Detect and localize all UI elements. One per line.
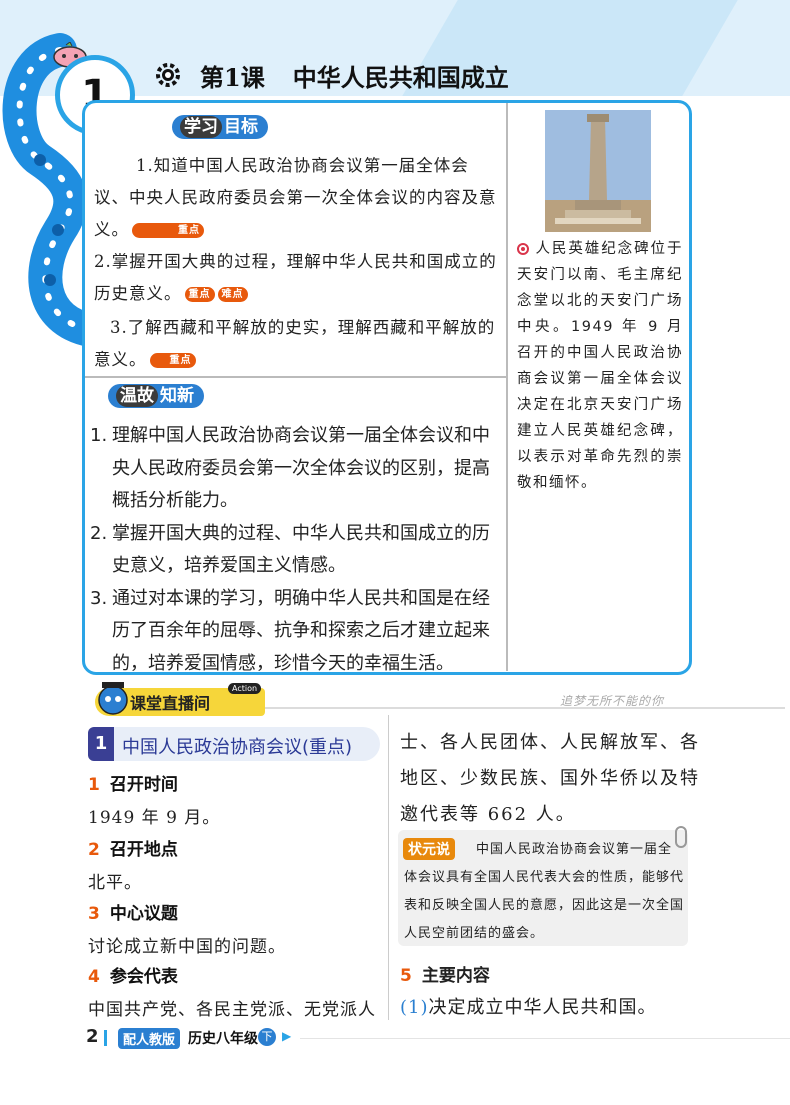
section-heading: 4 参会代表 — [88, 967, 178, 987]
section-heading: 3 中心议题 — [88, 904, 178, 924]
note-tag: 状元说 — [403, 838, 455, 860]
difficult-point-badge: 难点 — [217, 287, 248, 302]
page-title: 第1课 中华人民共和国成立 — [200, 58, 509, 93]
section-body: 北平。 — [88, 873, 142, 893]
review-heading: 温故 知新 — [108, 384, 204, 408]
column-divider — [388, 715, 389, 1020]
list-item: 2. 掌握开国大典的过程、中华人民共和国成立的历史意义，培养爱国主义情感。 — [90, 522, 490, 577]
grade-label: 历史八年级 — [188, 1031, 258, 1047]
key-point-badge: 重点 — [149, 353, 196, 368]
lesson-name: 中华人民共和国成立 — [292, 63, 509, 92]
list-item: 1. 理解中国人民政治协商会议第一届全体会议和中央人民政府委员会第一次全体会议的区… — [90, 425, 490, 511]
slogan: 追梦无所不能的你 — [560, 694, 665, 708]
footer-separator — [104, 1030, 107, 1046]
section-heading: 2 召开地点 — [88, 840, 178, 860]
monument-photo — [545, 110, 651, 232]
section-heading: 1 召开时间 — [88, 775, 178, 795]
divider-line — [265, 707, 785, 709]
key-point-badge: 重点 — [184, 287, 215, 302]
target-icon — [517, 243, 529, 255]
list-item: 3. 通过对本课的学习，明确中华人民共和国是在经历了百余年的屈辱、抗争和探索之后才… — [90, 587, 490, 674]
action-tag: Action — [228, 683, 262, 694]
topic-title: 中国人民政治协商会议(重点) — [122, 737, 353, 758]
edition-badge: 配人教版 — [118, 1028, 181, 1049]
objectives-heading: 学习 目标 — [172, 115, 268, 139]
page-number: 2 — [86, 1026, 99, 1047]
section-body-continued: 士、各人民团体、人民解放军、各地区、少数民族、国外华侨以及特邀代表等 662 人… — [400, 732, 700, 825]
section-body: 讨论成立新中国的问题。 — [88, 937, 286, 957]
arrow-icon: ▶ — [282, 1029, 292, 1043]
paperclip-icon — [675, 826, 687, 848]
objective-item: 3.了解西藏和平解放的史实，理解西藏和平解放的意义。 重点 — [94, 318, 496, 369]
review-list: 1. 理解中国人民政治协商会议第一届全体会议和中央人民政府委员会第一次全体会议的区… — [90, 420, 502, 680]
volume-badge: 下 — [258, 1028, 276, 1046]
lesson-label: 第1课 — [200, 63, 265, 92]
gear-icon — [156, 63, 180, 87]
content-point: (1)决定成立中华人民共和国。 — [400, 997, 657, 1018]
mascot-icon — [98, 682, 128, 715]
live-label: 课堂直播间 — [130, 694, 211, 713]
section-body: 1949 年 9 月。 — [88, 808, 221, 828]
panel-divider — [506, 103, 508, 671]
objective-item: 1.知道中国人民政治协商会议第一届全体会议、中央人民政府委员会第一次全体会议的内… — [94, 156, 497, 239]
photo-caption: 人民英雄纪念碑位于天安门以南、毛主席纪念堂以北的天安门广场中央。1949 年 9… — [517, 241, 683, 491]
section-heading: 5 主要内容 — [400, 966, 490, 986]
objective-item: 2.掌握开国大典的过程，理解中华人民共和国成立的历史意义。 重点 难点 — [94, 252, 497, 303]
key-point-badge: 重点 — [132, 223, 204, 238]
topic-number: 1 — [88, 727, 114, 761]
section-body: 中国共产党、各民主党派、无党派人 — [88, 1000, 376, 1020]
footer-line — [300, 1038, 790, 1039]
panel-divider — [85, 376, 506, 378]
